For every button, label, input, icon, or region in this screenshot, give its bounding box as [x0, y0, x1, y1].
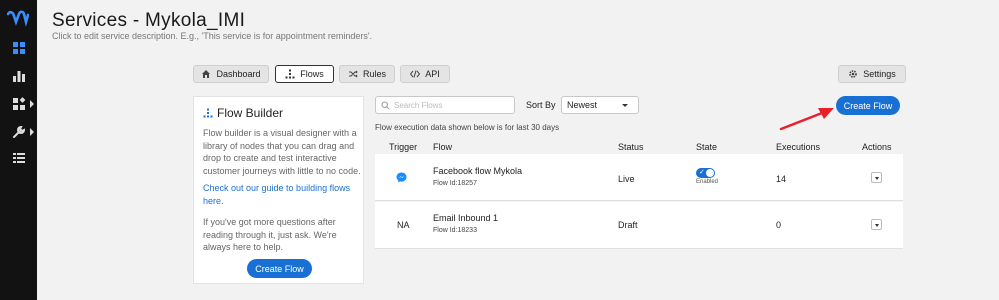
status-text: Draft — [618, 220, 638, 230]
search-box — [375, 96, 515, 114]
messenger-icon — [396, 172, 407, 183]
sort-select[interactable]: Newest — [561, 96, 639, 114]
toggle-knob — [706, 169, 714, 177]
column-header-state: State — [696, 142, 718, 152]
flow-name[interactable]: Email Inbound 1 — [433, 213, 498, 223]
create-flow-card-button[interactable]: Create Flow — [247, 259, 312, 278]
column-header-status: Status — [618, 142, 644, 152]
create-flow-button[interactable]: Create Flow — [836, 96, 900, 115]
list-icon[interactable] — [0, 146, 37, 170]
table-row[interactable]: NA Email Inbound 1 Flow Id:18233 Draft 0 — [375, 202, 903, 249]
status-text: Live — [618, 174, 635, 184]
search-input[interactable] — [394, 100, 509, 110]
tab-flows[interactable]: Flows — [275, 65, 334, 83]
wrench-icon[interactable] — [0, 120, 37, 144]
sort-label: Sort By — [526, 100, 556, 110]
execution-note: Flow execution data shown below is for l… — [375, 123, 560, 132]
flow-builder-card: Flow Builder Flow builder is a visual de… — [193, 96, 364, 284]
analytics-icon[interactable] — [0, 64, 37, 88]
annotation-arrow-icon — [779, 108, 834, 131]
tab-label: Flows — [300, 69, 324, 79]
executions-count: 0 — [776, 220, 782, 230]
state-toggle[interactable]: ✓ — [696, 168, 715, 178]
flow-cell: Facebook flow Mykola Flow Id:18257 — [433, 166, 522, 187]
expand-caret-icon — [30, 128, 34, 136]
flows-icon — [203, 108, 213, 118]
tab-api[interactable]: API — [400, 65, 450, 83]
settings-button[interactable]: Settings — [838, 65, 906, 83]
actions-dropdown-button[interactable] — [871, 172, 882, 183]
sort-value: Newest — [567, 100, 598, 110]
dashboard-icon[interactable] — [0, 36, 37, 60]
check-icon: ✓ — [699, 169, 705, 176]
flow-builder-intro: Flow builder is a visual designer with a… — [203, 128, 361, 176]
tab-rules[interactable]: Rules — [339, 65, 395, 83]
flows-icon — [285, 69, 295, 79]
flow-builder-help: If you've got more questions after readi… — [203, 217, 337, 252]
state-label: Enabled — [696, 179, 719, 185]
actions-dropdown-button[interactable] — [871, 219, 882, 230]
expand-caret-icon — [30, 100, 34, 108]
column-header-actions: Actions — [862, 142, 892, 152]
page-title: Services - Mykola_IMI — [52, 10, 246, 31]
search-icon — [381, 101, 390, 110]
tab-label: Dashboard — [216, 69, 261, 79]
tab-label: API — [425, 69, 440, 79]
flow-builder-heading: Flow Builder — [217, 106, 284, 120]
settings-label: Settings — [863, 69, 896, 79]
column-header-flow: Flow — [433, 142, 453, 152]
chevron-down-icon — [622, 104, 628, 107]
webex-logo[interactable] — [7, 10, 29, 28]
table-row[interactable]: Facebook flow Mykola Flow Id:18257 Live … — [375, 154, 903, 201]
tab-label: Rules — [362, 69, 386, 79]
gear-icon — [849, 70, 858, 78]
trigger-text: NA — [397, 220, 410, 230]
flow-name[interactable]: Facebook flow Mykola — [433, 166, 522, 176]
apps-icon[interactable] — [0, 92, 37, 116]
guide-link[interactable]: Check out our guide to building flows he… — [203, 182, 363, 207]
service-description[interactable]: Click to edit service description. E.g.,… — [52, 31, 372, 41]
code-icon — [410, 70, 421, 78]
home-icon — [202, 70, 211, 78]
flow-id: Flow Id:18233 — [433, 227, 477, 234]
flow-id: Flow Id:18257 — [433, 180, 477, 187]
tab-dashboard[interactable]: Dashboard — [193, 65, 269, 83]
flow-cell: Email Inbound 1 Flow Id:18233 — [433, 213, 498, 234]
shuffle-icon — [348, 70, 358, 78]
column-header-executions: Executions — [776, 142, 821, 152]
left-nav-rail — [0, 0, 37, 300]
executions-count: 14 — [776, 174, 787, 184]
column-header-trigger: Trigger — [389, 142, 418, 152]
flow-builder-title: Flow Builder — [203, 106, 283, 120]
